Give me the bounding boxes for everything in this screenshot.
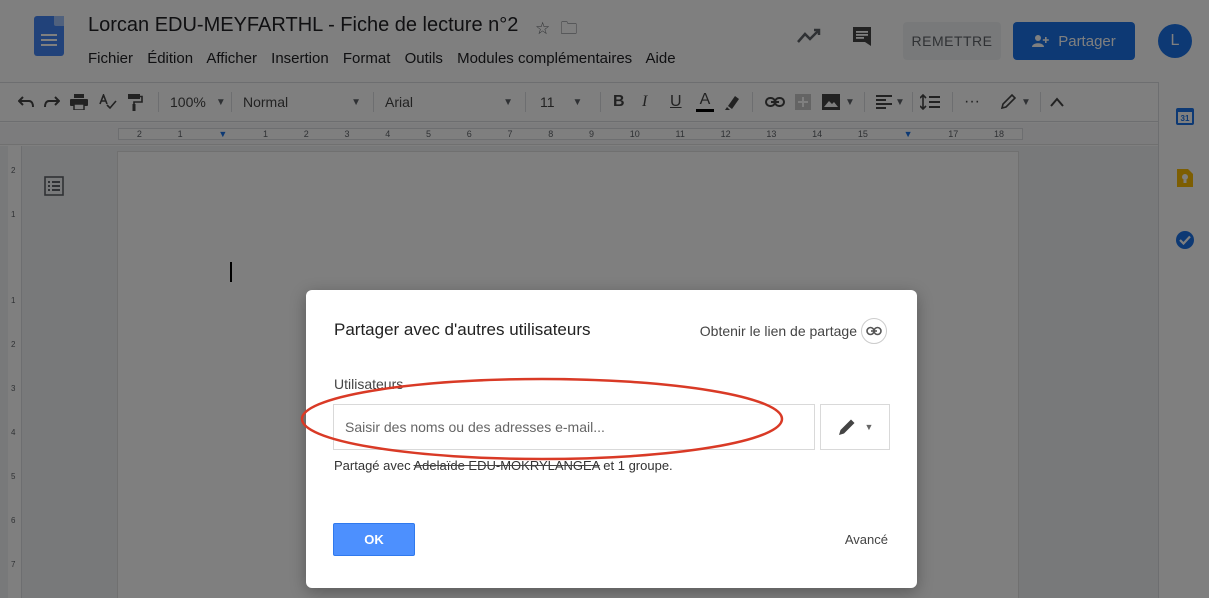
dialog-title: Partager avec d'autres utilisateurs <box>334 320 591 339</box>
share-dialog: Partager avec d'autres utilisateurs Obte… <box>300 290 917 588</box>
link-icon <box>861 318 887 344</box>
permission-select[interactable]: ▼ <box>820 404 890 450</box>
advanced-link[interactable]: Avancé <box>845 532 888 547</box>
get-share-link[interactable]: Obtenir le lien de partage <box>700 318 887 344</box>
pencil-icon <box>838 419 855 435</box>
ok-button[interactable]: OK <box>333 523 415 556</box>
chevron-down-icon: ▼ <box>864 422 874 432</box>
get-share-link-label: Obtenir le lien de partage <box>699 323 857 339</box>
annotation-highlight-ellipse <box>300 377 784 461</box>
